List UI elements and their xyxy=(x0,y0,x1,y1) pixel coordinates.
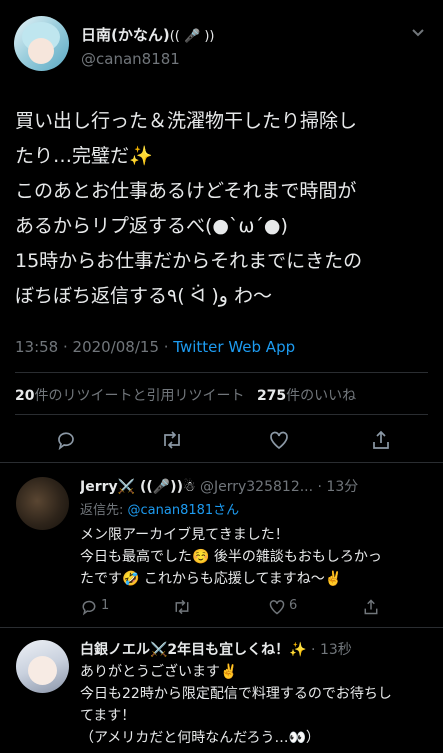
like-icon[interactable] xyxy=(268,598,286,616)
share-icon[interactable] xyxy=(362,598,380,616)
tweet-line: 15時からお仕事だからそれまでにきたの xyxy=(15,250,363,272)
tweet-line: このあとお仕事あるけどそれまで時間が xyxy=(15,180,357,202)
reply-line: （アメリカだと何時なんだろう…👀） xyxy=(80,730,320,746)
reply-author-row: Jerry⚔️ ((🎤))☃ @Jerry325812... · 13分 xyxy=(80,476,440,496)
reply-line: 今日も最高でした☺️ 後半の雑談もおもしろかっ xyxy=(80,549,382,565)
tweet-text: 買い出し行った＆洗濯物干したり掃除し たり…完璧だ✨ このあとお仕事あるけどそれ… xyxy=(15,104,440,314)
retweet-stat[interactable]: 20件のリツイートと引用リツイート xyxy=(15,388,244,404)
reply-line: メン限アーカイブ見てきました！ xyxy=(80,527,289,543)
divider xyxy=(0,627,443,628)
reply-line: 今日も22時から限定配信で料理するのでお待ちし xyxy=(80,686,392,702)
tweet-line: ぼちぼち返信する٩( ᐛ )و わ〜 xyxy=(15,285,272,307)
divider xyxy=(0,462,443,463)
reply-text: メン限アーカイブ見てきました！ 今日も最高でした☺️ 後半の雑談もおもしろかっ … xyxy=(80,524,382,590)
divider xyxy=(15,372,428,373)
divider xyxy=(15,414,428,415)
like-icon[interactable] xyxy=(268,429,290,451)
tweet-line: 買い出し行った＆洗濯物干したり掃除し xyxy=(15,110,358,132)
timestamp[interactable]: 13:58 · 2020/08/15 · xyxy=(15,338,173,356)
tweet-line: あるからリプ返するべ(●`ω´●) xyxy=(15,215,288,237)
reply-count: 1 xyxy=(101,598,110,613)
retweet-label: 件のリツイートと引用リツイート xyxy=(34,388,245,404)
like-stat[interactable]: 275件のいいね xyxy=(257,388,356,404)
reply-to-label: 返信先: xyxy=(80,503,128,518)
author-name[interactable]: 日南(かなん)(( 🎤 )) xyxy=(81,24,214,45)
reply-to-handle[interactable]: @canan8181さん xyxy=(128,503,240,518)
reply-text: ありがとうございます✌️ 今日も22時から限定配信で料理するのでお待ちし てます… xyxy=(80,661,392,749)
tweet-line: たり…完璧だ✨ xyxy=(15,145,153,167)
author-avatar[interactable] xyxy=(14,16,69,71)
tweet-stats: 20件のリツイートと引用リツイート 275件のいいね xyxy=(15,385,356,405)
chevron-down-icon[interactable] xyxy=(410,24,426,40)
author-handle[interactable]: @canan8181 xyxy=(81,50,180,68)
reply-time[interactable]: · 13秒 xyxy=(307,642,352,658)
reply-line: ありがとうございます✌️ xyxy=(80,664,238,680)
like-count: 6 xyxy=(289,598,298,613)
retweet-icon[interactable] xyxy=(172,598,192,616)
share-icon[interactable] xyxy=(370,429,392,451)
tweet-meta: 13:58 · 2020/08/15 · Twitter Web App xyxy=(15,338,295,356)
reply-line: てます！ xyxy=(80,708,136,724)
reply-icon[interactable] xyxy=(55,429,77,451)
reply-avatar[interactable] xyxy=(16,640,69,693)
like-count: 275 xyxy=(256,388,287,404)
author-name-text: 日南(かなん) xyxy=(81,26,170,44)
reply-icon[interactable] xyxy=(80,598,98,616)
reply-author-name[interactable]: Jerry⚔️ ((🎤))☃ xyxy=(80,479,196,495)
reply-author-name[interactable]: 白銀ノエル⚔️2年目も宜しくね！✨ xyxy=(80,642,307,658)
reply-to: 返信先: @canan8181さん xyxy=(80,499,239,518)
reply-line: たです🤣 これからも応援してますね〜✌️ xyxy=(80,571,343,587)
reply-author-row: 白銀ノエル⚔️2年目も宜しくね！✨ · 13秒 xyxy=(80,639,352,659)
reply-handle-time[interactable]: @Jerry325812... · 13分 xyxy=(200,479,358,495)
retweet-icon[interactable] xyxy=(160,429,184,451)
retweet-count: 20 xyxy=(15,388,35,404)
author-name-deco: (( 🎤 )) xyxy=(169,29,215,44)
like-label: 件のいいね xyxy=(286,388,357,404)
reply-avatar[interactable] xyxy=(16,477,69,530)
source-link[interactable]: Twitter Web App xyxy=(173,338,295,356)
